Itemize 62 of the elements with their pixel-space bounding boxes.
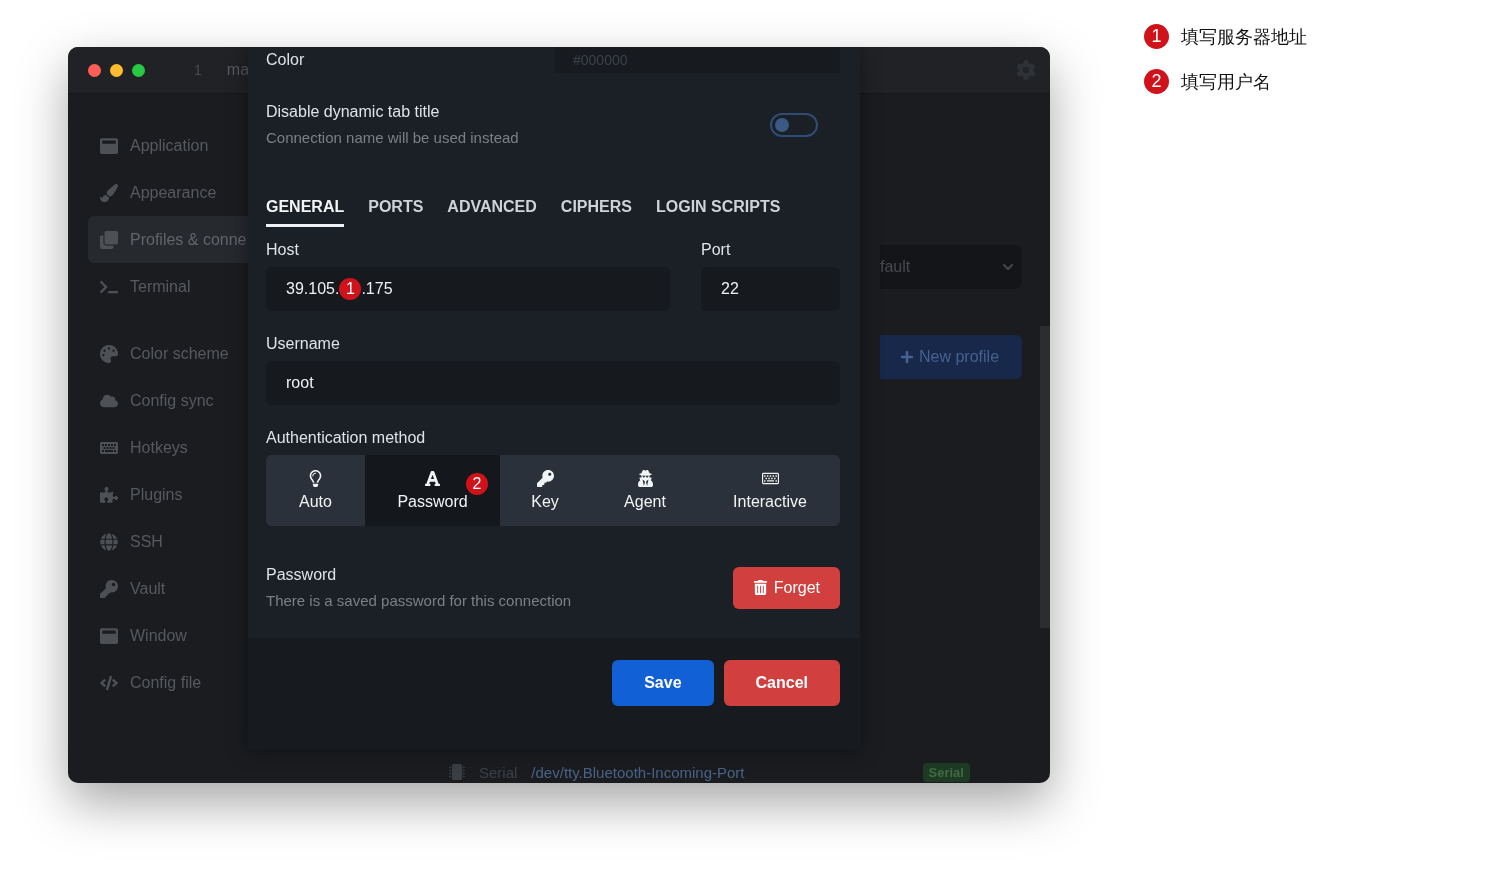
forget-button[interactable]: Forget [732, 566, 840, 609]
color-label: Color [266, 51, 305, 69]
sidebar-item[interactable]: SSH [88, 518, 268, 565]
tab[interactable]: CIPHERS [560, 198, 632, 227]
globe-icon [100, 532, 118, 551]
sidebar-item[interactable]: Vault [88, 565, 268, 612]
sidebar-item[interactable]: Plugins [88, 471, 268, 518]
profile-path: /dev/tty.Bluetooth-Incoming-Port [531, 763, 745, 781]
setting-hint: Connection name will be used instead [266, 129, 519, 146]
sidebar-item[interactable]: Terminal [88, 263, 268, 310]
port-field[interactable]: 22 [701, 267, 840, 311]
setting-label: Disable dynamic tab title [266, 103, 441, 121]
key-icon [100, 579, 118, 598]
trash-icon [752, 580, 768, 595]
tab[interactable]: PORTS [368, 198, 424, 227]
window-icon [100, 626, 118, 645]
username-field[interactable]: root [266, 361, 840, 405]
lightbulb-icon [307, 470, 324, 487]
code-icon [100, 673, 118, 692]
chip-icon [449, 764, 465, 780]
sidebar-item[interactable]: Color scheme [88, 330, 268, 377]
save-button[interactable]: Save [612, 660, 714, 706]
host-value: 39.105. [286, 280, 340, 298]
port-label: Port [701, 241, 732, 259]
font-icon [424, 470, 441, 487]
username-label: Username [266, 335, 341, 353]
password-hint: There is a saved password for this connection [266, 592, 572, 609]
sidebar-item[interactable]: Application [88, 122, 268, 169]
step-marker: 2 [466, 473, 488, 495]
paintbrush-icon [100, 183, 118, 202]
spy-icon [636, 470, 654, 487]
step-marker: 1 [1144, 24, 1169, 49]
chevron-icon [1002, 261, 1014, 273]
password-label: Password [266, 566, 338, 584]
step-marker: 1 [339, 278, 362, 300]
keyboard-icon [761, 470, 779, 487]
sidebar-item[interactable]: Window [88, 612, 268, 659]
host-value: .175 [361, 280, 393, 298]
tab[interactable]: ADVANCED [447, 198, 537, 227]
toggle-switch[interactable] [770, 112, 818, 137]
auth-method-option[interactable]: Password 2 [365, 455, 500, 526]
annotation-text: 填写服务器地址 [1181, 24, 1307, 49]
palette-icon [100, 344, 118, 363]
window-icon [100, 136, 118, 155]
auth-method-label: Authentication method [266, 429, 427, 447]
step-marker: 2 [1144, 69, 1169, 94]
copy-icon [100, 230, 118, 249]
puzzle-icon [100, 485, 118, 504]
host-field[interactable]: 39.105. 1 .175 [266, 267, 670, 311]
tab[interactable]: GENERAL [266, 198, 345, 227]
cancel-button[interactable]: Cancel [723, 660, 840, 706]
key-icon [536, 470, 554, 487]
host-label: Host [266, 241, 300, 259]
close-icon[interactable] [88, 63, 101, 77]
minimize-icon[interactable] [110, 63, 123, 77]
sidebar-item[interactable]: Config sync [88, 377, 268, 424]
annotation-text: 填写用户名 [1181, 69, 1271, 94]
plus-icon [900, 350, 914, 364]
tab[interactable]: LOGIN SCRIPTS [655, 198, 781, 227]
scrollbar[interactable] [1040, 326, 1050, 628]
zoom-icon[interactable] [132, 63, 145, 77]
sidebar-item[interactable]: Config file [88, 659, 268, 706]
